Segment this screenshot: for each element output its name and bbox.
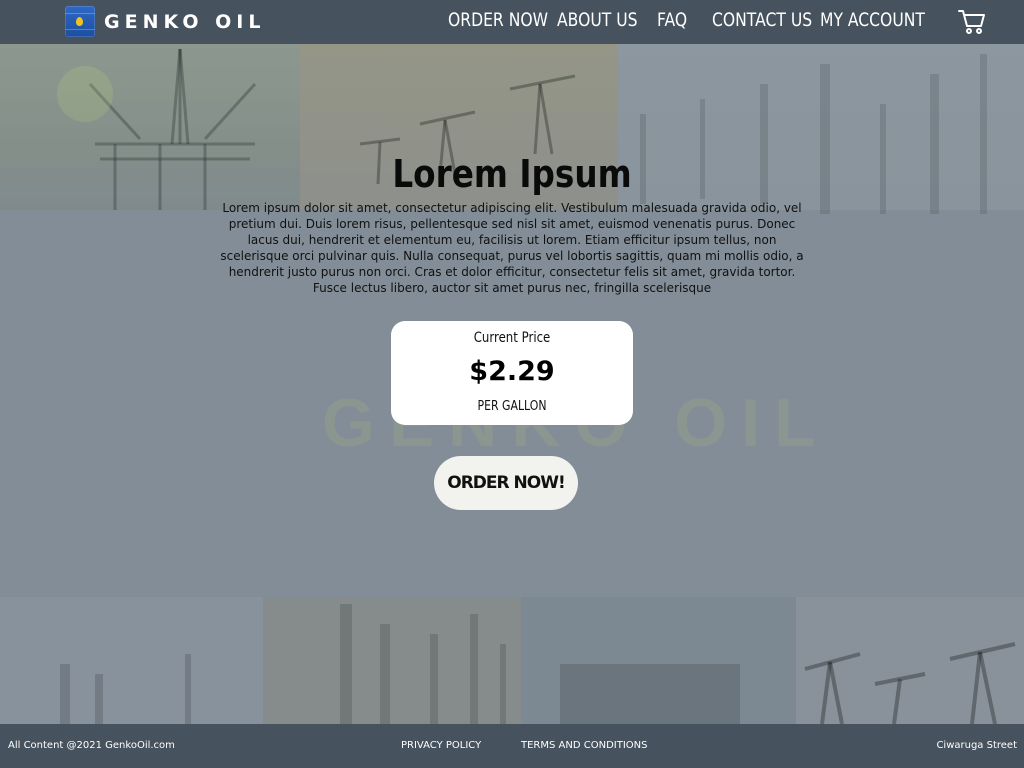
- oil-drop-icon: [76, 17, 83, 26]
- footer-privacy-policy-link[interactable]: PRIVACY POLICY: [401, 740, 481, 751]
- price-card: Current Price $2.29 PER GALLON: [391, 321, 633, 425]
- site-footer: All Content @2021 GenkoOil.com PRIVACY P…: [0, 724, 1024, 768]
- hero-description: Lorem ipsum dolor sit amet, consectetur …: [220, 201, 804, 295]
- site-header: GENKO OIL ORDER NOW ABOUT US FAQ CONTACT…: [0, 0, 1024, 44]
- nav-about-us[interactable]: ABOUT US: [557, 9, 638, 31]
- nav-contact-us[interactable]: CONTACT US: [712, 9, 812, 31]
- nav-my-account[interactable]: MY ACCOUNT: [820, 9, 925, 31]
- nav-faq[interactable]: FAQ: [657, 9, 687, 31]
- price-unit: PER GALLON: [477, 399, 547, 414]
- oil-barrel-icon: [65, 6, 95, 37]
- order-now-button[interactable]: ORDER NOW!: [434, 456, 578, 510]
- footer-address: Ciwaruga Street: [936, 740, 1017, 751]
- footer-terms-link[interactable]: TERMS AND CONDITIONS: [521, 740, 647, 751]
- brand-name: GENKO OIL: [104, 10, 266, 33]
- price-value: $2.29: [469, 356, 555, 387]
- hero-title: Lorem Ipsum: [392, 152, 632, 196]
- nav-order-now[interactable]: ORDER NOW: [448, 9, 548, 31]
- price-label: Current Price: [473, 330, 551, 346]
- footer-copyright: All Content @2021 GenkoOil.com: [8, 740, 175, 751]
- brand-logo[interactable]: GENKO OIL: [65, 6, 265, 37]
- shopping-cart-icon[interactable]: [958, 9, 986, 35]
